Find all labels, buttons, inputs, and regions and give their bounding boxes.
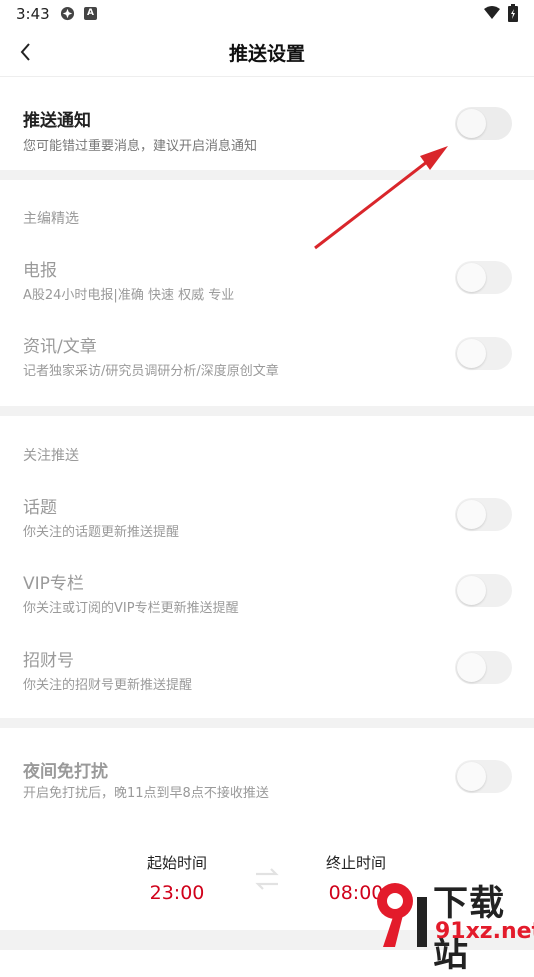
news-articles-subtitle: 记者独家采访/研究员调研分析/深度原创文章 [23, 364, 279, 379]
toggle-knob [457, 339, 486, 368]
telegraph-toggle[interactable] [455, 261, 512, 294]
list-item-news-articles[interactable]: 资讯/文章 记者独家采访/研究员调研分析/深度原创文章 [0, 322, 534, 392]
status-bar: 3:43 A [0, 0, 534, 28]
wifi-icon [484, 6, 500, 19]
push-notification-title: 推送通知 [23, 111, 91, 131]
section-label-follow-push: 关注推送 [23, 448, 79, 464]
nav-bar: 推送设置 [0, 28, 534, 77]
section-divider [0, 718, 534, 728]
do-not-disturb-toggle[interactable] [455, 760, 512, 793]
app-notification-icon [60, 6, 75, 21]
do-not-disturb-title: 夜间免打扰 [23, 762, 108, 782]
push-notification-subtitle: 您可能错过重要消息，建议开启消息通知 [23, 139, 258, 154]
topics-toggle[interactable] [455, 498, 512, 531]
zhaocai-account-title: 招财号 [23, 651, 74, 671]
news-articles-title: 资讯/文章 [23, 337, 97, 357]
list-item-telegraph[interactable]: 电报 A股24小时电报|准确 快速 权威 专业 [0, 245, 534, 315]
vip-column-title: VIP专栏 [23, 574, 84, 594]
start-time-label: 起始时间 [146, 854, 207, 872]
topics-title: 话题 [23, 498, 57, 518]
vip-column-subtitle: 你关注或订阅的VIP专栏更新推送提醒 [23, 601, 239, 616]
battery-icon [508, 4, 518, 22]
watermark-logo-icon [377, 883, 427, 947]
list-item-topics[interactable]: 话题 你关注的话题更新推送提醒 [0, 482, 534, 552]
push-notification-toggle[interactable] [455, 107, 512, 140]
do-not-disturb-row[interactable]: 夜间免打扰 开启免打扰后，晚11点到早8点不接收推送 [0, 745, 534, 815]
zhaocai-account-subtitle: 你关注的招财号更新推送提醒 [23, 678, 193, 693]
telegraph-subtitle: A股24小时电报|准确 快速 权威 专业 [23, 288, 235, 303]
topics-subtitle: 你关注的话题更新推送提醒 [23, 525, 180, 540]
status-time: 3:43 [16, 5, 50, 23]
telegraph-title: 电报 [23, 261, 57, 281]
toggle-knob [457, 762, 486, 791]
start-time-value[interactable]: 23:00 [117, 882, 237, 904]
app-badge-icon: A [84, 7, 97, 20]
list-item-zhaocai-account[interactable]: 招财号 你关注的招财号更新推送提醒 [0, 636, 534, 706]
do-not-disturb-subtitle: 开启免打扰后，晚11点到早8点不接收推送 [23, 786, 269, 801]
list-item-vip-column[interactable]: VIP专栏 你关注或订阅的VIP专栏更新推送提醒 [0, 559, 534, 629]
push-notification-row[interactable]: 推送通知 您可能错过重要消息，建议开启消息通知 [0, 90, 534, 170]
watermark: 下载站 91xz.net [365, 875, 534, 975]
toggle-knob [457, 576, 486, 605]
toggle-knob [457, 653, 486, 682]
end-time-label: 终止时间 [325, 854, 386, 872]
toggle-knob [457, 500, 486, 529]
swap-arrows-icon [255, 868, 279, 890]
toggle-knob [457, 263, 486, 292]
news-articles-toggle[interactable] [455, 337, 512, 370]
section-label-editor-picks: 主编精选 [23, 211, 79, 227]
section-divider [0, 406, 534, 416]
watermark-url: 91xz.net [435, 919, 534, 944]
vip-column-toggle[interactable] [455, 574, 512, 607]
zhaocai-account-toggle[interactable] [455, 651, 512, 684]
toggle-knob [457, 109, 486, 138]
section-divider [0, 170, 534, 180]
page-title: 推送设置 [228, 43, 305, 65]
